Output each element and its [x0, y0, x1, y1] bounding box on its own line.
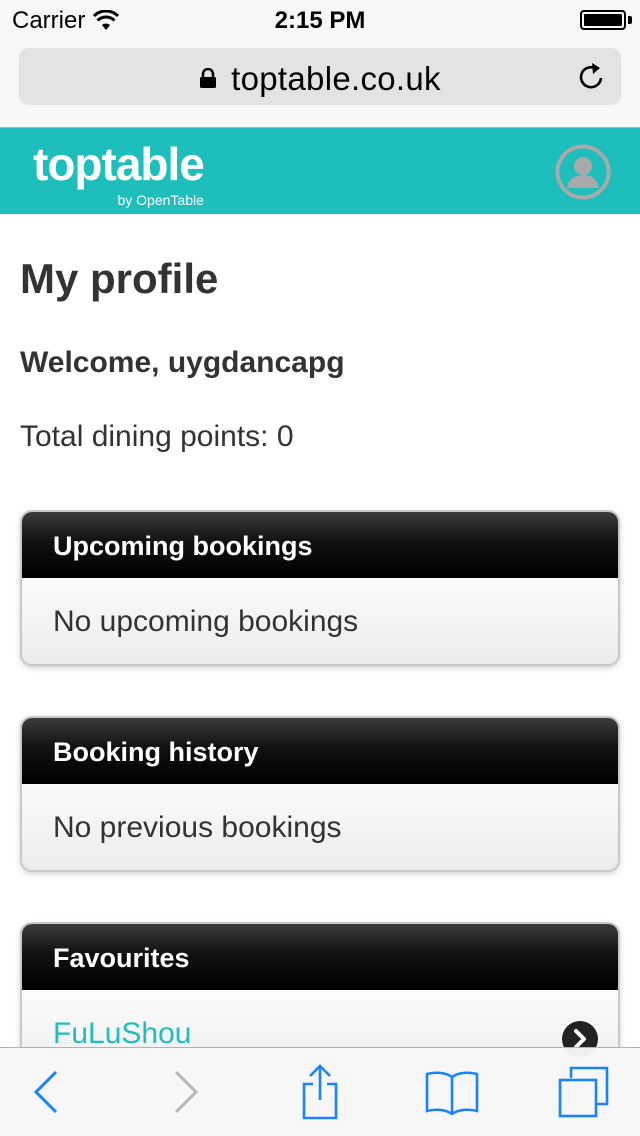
favourite-item-label: FuLuShou: [53, 1017, 192, 1050]
url-text: toptable.co.uk: [231, 60, 441, 97]
booking-history-header: Booking history: [22, 718, 618, 784]
status-bar: Carrier 2:15 PM: [0, 0, 640, 40]
battery-icon: [580, 10, 626, 30]
battery-tip: [628, 16, 632, 24]
logo-text: toptable: [33, 138, 205, 190]
bookmarks-icon: [425, 1071, 479, 1115]
bookmarks-button[interactable]: [424, 1066, 480, 1118]
share-icon: [302, 1064, 338, 1120]
forward-icon: [174, 1070, 199, 1114]
back-button[interactable]: [28, 1066, 64, 1118]
tabs-icon: [558, 1066, 609, 1118]
page-title: My profile: [20, 255, 219, 302]
favourites-header: Favourites: [22, 924, 618, 990]
booking-history-empty: No previous bookings: [22, 784, 618, 870]
url-display[interactable]: toptable.co.uk: [19, 60, 621, 98]
lock-icon: [200, 68, 217, 88]
clock: 2:15 PM: [274, 7, 366, 34]
account-icon[interactable]: [555, 144, 611, 200]
tabs-button[interactable]: [556, 1066, 610, 1118]
upcoming-bookings-panel: Upcoming bookings No upcoming bookings: [20, 510, 620, 666]
back-icon: [33, 1070, 58, 1114]
logo-subtitle: by OpenTable: [117, 192, 204, 208]
address-bar[interactable]: toptable.co.uk: [19, 48, 621, 105]
reload-icon[interactable]: [577, 62, 607, 92]
booking-history-panel: Booking history No previous bookings: [20, 716, 620, 872]
forward-button[interactable]: [168, 1066, 204, 1118]
share-button[interactable]: [296, 1064, 344, 1120]
profile-content: My profile Welcome, uygdancapg Total din…: [20, 214, 620, 456]
toptable-logo[interactable]: toptable by OpenTable: [33, 138, 205, 208]
browser-address-area: toptable.co.uk: [0, 40, 640, 128]
browser-toolbar: [0, 1047, 640, 1136]
upcoming-bookings-empty: No upcoming bookings: [22, 578, 618, 664]
dining-points: Total dining points: 0: [20, 420, 294, 453]
upcoming-bookings-header: Upcoming bookings: [22, 512, 618, 578]
welcome-message: Welcome, uygdancapg: [20, 346, 345, 379]
site-header: toptable by OpenTable: [0, 128, 640, 214]
